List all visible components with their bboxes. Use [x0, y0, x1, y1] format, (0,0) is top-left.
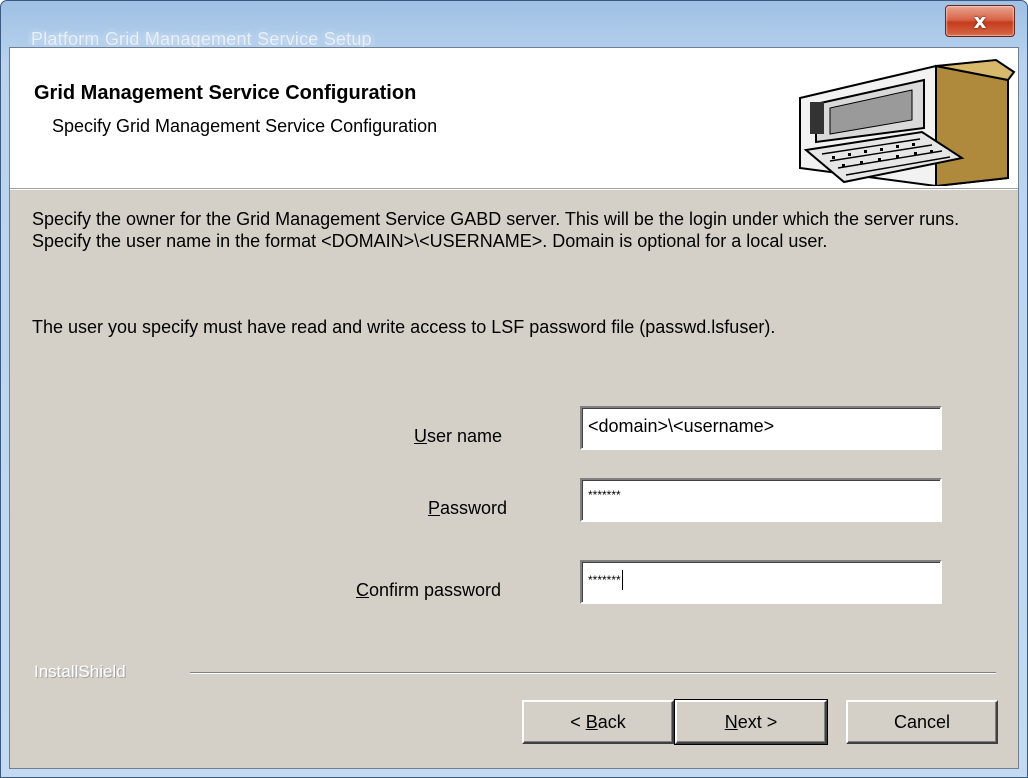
footer-divider: [190, 672, 996, 674]
back-button[interactable]: < Back: [522, 700, 674, 744]
dialog-header: Grid Management Service Configuration Sp…: [10, 48, 1018, 190]
header-subtitle: Specify Grid Management Service Configur…: [52, 116, 438, 136]
username-label: User name: [414, 426, 503, 446]
password-input[interactable]: *******: [580, 478, 942, 522]
text-caret: [621, 570, 623, 590]
computer-icon: [799, 58, 1016, 186]
next-button[interactable]: Next >: [674, 699, 828, 745]
confirm-password-label: Confirm password: [356, 580, 502, 600]
cancel-button[interactable]: Cancel: [846, 700, 998, 744]
title-bar[interactable]: Platform Grid Management Service Setup x: [1, 1, 1027, 49]
confirm-password-input[interactable]: *******: [580, 560, 942, 604]
close-button[interactable]: x: [945, 5, 1015, 37]
header-divider: [10, 188, 1018, 189]
close-icon: x: [973, 9, 987, 33]
instructions-paragraph: Specify the owner for the Grid Managemen…: [32, 209, 960, 251]
installshield-brand: InstallShield: [34, 662, 126, 681]
setup-window: Platform Grid Management Service Setup x…: [0, 0, 1028, 778]
access-note-paragraph: The user you specify must have read and …: [32, 317, 776, 337]
password-label: Password: [428, 498, 508, 518]
dialog-client-area: Grid Management Service Configuration Sp…: [9, 47, 1019, 769]
header-title: Grid Management Service Configuration: [34, 82, 417, 104]
username-input[interactable]: <domain>\<username>: [580, 406, 942, 450]
